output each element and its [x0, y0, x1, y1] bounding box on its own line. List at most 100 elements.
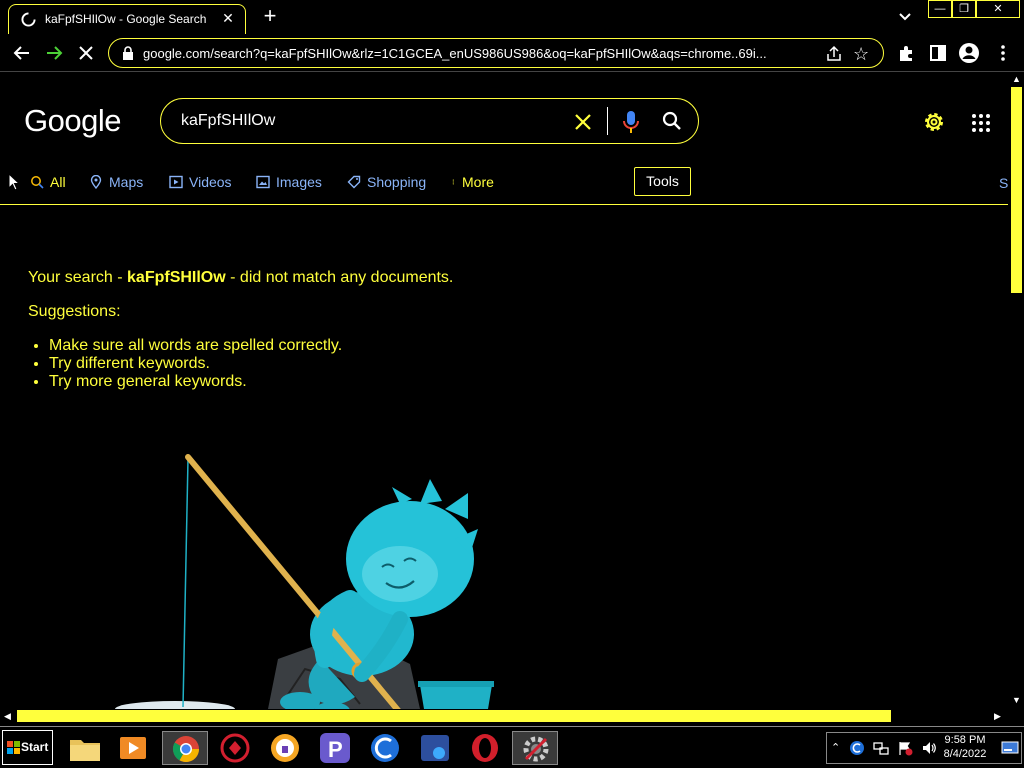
url-text[interactable]: google.com/search?q=kaFpfSHIlOw&rlz=1C1G… — [143, 46, 803, 61]
tab-label: Images — [276, 174, 322, 190]
vpn-lock-app-icon[interactable] — [267, 731, 303, 765]
opera-icon[interactable] — [467, 731, 503, 765]
settings-tools-icon — [523, 736, 549, 762]
microphone-icon[interactable] — [621, 109, 641, 135]
tab-maps[interactable]: Maps — [89, 173, 149, 195]
cut-off-link[interactable]: S — [999, 175, 1008, 191]
google-apps-grid-icon[interactable] — [971, 113, 991, 133]
chrome-icon — [172, 736, 200, 763]
list-item: Try more general keywords. — [49, 373, 342, 391]
file-explorer-icon[interactable] — [67, 731, 103, 765]
extensions-puzzle-icon[interactable] — [896, 42, 918, 64]
result-query: kaFpfSHIlOw — [127, 269, 226, 286]
vertical-scroll-thumb[interactable] — [1011, 87, 1022, 293]
clock-time: 9:58 PM — [944, 734, 986, 746]
minimize-button[interactable]: — — [928, 0, 952, 18]
system-tool-taskbar-button[interactable] — [512, 731, 558, 765]
chrome-taskbar-button[interactable] — [162, 731, 208, 765]
image-viewer-icon[interactable] — [417, 731, 453, 765]
scroll-left-arrow-icon[interactable]: ◀ — [4, 711, 11, 722]
share-icon[interactable] — [825, 45, 843, 63]
tab-more[interactable]: More — [452, 173, 502, 195]
media-player-icon[interactable] — [115, 731, 151, 765]
video-play-icon — [169, 175, 183, 189]
clear-icon[interactable] — [571, 110, 595, 134]
tab-shopping[interactable]: Shopping — [347, 173, 431, 195]
red-shield-app-icon[interactable] — [217, 731, 253, 765]
more-vertical-dots-icon — [452, 179, 454, 185]
list-item: Make sure all words are spelled correctl… — [49, 337, 342, 355]
search-divider — [607, 107, 608, 135]
chrome-menu-icon[interactable] — [992, 42, 1014, 64]
mouse-pointer-icon — [8, 173, 20, 191]
suggestions-title: Suggestions: — [28, 303, 121, 320]
show-hidden-icons-icon[interactable]: ⌃ — [831, 741, 840, 754]
no-results-message: Your search - kaFpfSHIlOw - did not matc… — [28, 269, 453, 287]
fishing-monster-illustration — [115, 454, 494, 709]
windows-flag-icon — [7, 741, 20, 754]
ccleaner-tray-icon[interactable] — [849, 740, 865, 756]
tab-images[interactable]: Images — [256, 173, 328, 195]
tab-label: Videos — [189, 174, 232, 190]
search-icon[interactable] — [661, 110, 683, 132]
tag-icon — [347, 175, 361, 189]
start-button[interactable]: Start — [2, 730, 53, 765]
result-prefix: Your search - — [28, 269, 128, 286]
volume-icon[interactable] — [921, 740, 937, 756]
tools-button[interactable]: Tools — [634, 167, 691, 196]
map-pin-icon — [90, 175, 102, 189]
restore-button[interactable]: ❐ — [952, 0, 976, 18]
profile-avatar-icon[interactable] — [958, 42, 980, 64]
list-item: Try different keywords. — [49, 355, 342, 373]
tab-search-icon[interactable] — [895, 8, 915, 26]
tab-close-icon[interactable]: ✕ — [219, 9, 237, 27]
scroll-right-arrow-icon[interactable]: ▶ — [994, 711, 1001, 722]
search-input[interactable]: kaFpfSHIlOw — [181, 112, 275, 130]
tab-strip: kaFpfSHIlOw - Google Search ✕ + — ❐ ✕ — [0, 0, 1024, 34]
back-arrow-icon[interactable] — [11, 42, 33, 64]
scroll-down-arrow-icon[interactable]: ▼ — [1012, 695, 1021, 705]
loading-spinner-icon — [21, 12, 36, 27]
suggestions-list: Make sure all words are spelled correctl… — [49, 337, 342, 391]
tab-videos[interactable]: Videos — [169, 173, 239, 195]
horizontal-scroll-thumb[interactable] — [17, 710, 891, 722]
tab-label: Shopping — [367, 174, 427, 190]
scroll-up-arrow-icon[interactable]: ▲ — [1012, 74, 1021, 84]
search-tabs: All Maps Videos Images Shopping More — [0, 169, 1008, 205]
ccleaner-icon[interactable] — [367, 731, 403, 765]
browser-toolbar: google.com/search?q=kaFpfSHIlOw&rlz=1C1G… — [0, 34, 1024, 72]
image-icon — [256, 175, 270, 189]
start-label: Start — [21, 740, 49, 754]
clock-date: 8/4/2022 — [943, 748, 987, 760]
forward-arrow-icon[interactable] — [43, 42, 65, 64]
p-app-icon[interactable]: P — [317, 731, 353, 765]
tab-all[interactable]: All — [30, 173, 70, 195]
tab-label: All — [50, 174, 66, 190]
google-logo[interactable]: Google — [24, 103, 121, 139]
network-icon[interactable] — [873, 740, 889, 756]
vertical-scrollbar[interactable]: ▲ ▼ — [1008, 73, 1024, 709]
result-suffix: - did not match any documents. — [225, 269, 454, 286]
browser-tab[interactable]: kaFpfSHIlOw - Google Search ✕ — [8, 4, 246, 34]
search-box[interactable]: kaFpfSHIlOw — [160, 98, 699, 144]
new-tab-button[interactable]: + — [258, 5, 282, 29]
address-bar[interactable]: google.com/search?q=kaFpfSHIlOw&rlz=1C1G… — [108, 38, 884, 68]
tab-label: More — [462, 174, 494, 190]
lock-icon[interactable] — [121, 46, 135, 61]
svg-text:P: P — [328, 737, 343, 762]
horizontal-scrollbar[interactable]: ◀ ▶ — [0, 709, 1008, 725]
tab-label: Maps — [109, 174, 144, 190]
search-icon — [31, 176, 44, 189]
clock[interactable]: 9:58 PM 8/4/2022 — [942, 733, 988, 761]
page-content: Google kaFpfSHIlOw All Maps Videos Image… — [0, 73, 1008, 709]
system-tray: ⌃ — [826, 732, 1022, 764]
side-panel-icon[interactable] — [927, 42, 949, 64]
settings-gear-icon[interactable] — [922, 110, 946, 134]
bookmark-star-icon[interactable]: ☆ — [853, 44, 873, 64]
stop-loading-icon[interactable] — [75, 42, 97, 64]
taskbar: Start P ⌃ 9:58 PM 8/4/2022 — [0, 726, 1024, 768]
tab-title: kaFpfSHIlOw - Google Search — [45, 12, 207, 26]
close-window-button[interactable]: ✕ — [976, 0, 1020, 18]
show-desktop-icon[interactable] — [1001, 740, 1019, 756]
action-center-flag-icon[interactable] — [897, 740, 913, 756]
